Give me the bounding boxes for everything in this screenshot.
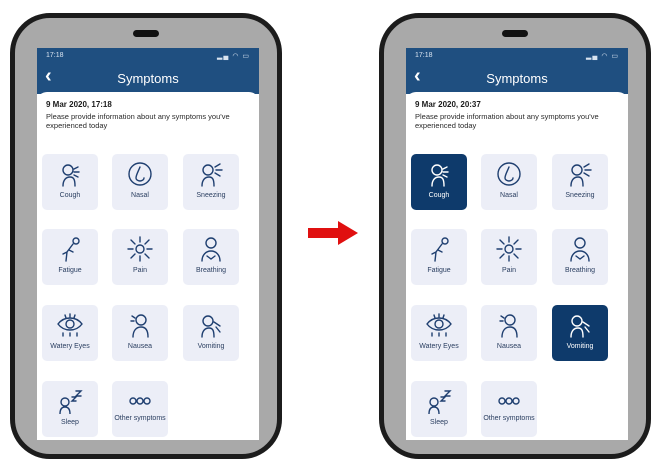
symptom-tile-pain[interactable]: Pain [112,229,168,285]
symptom-label: Fatigue [58,267,82,274]
vomiting-icon [570,315,590,338]
symptom-tile-cough[interactable]: Cough [42,154,98,210]
breathing-icon [570,237,590,262]
symptom-tile-vomiting[interactable]: Vomiting [183,305,239,361]
phone-speaker [502,30,528,37]
symptom-tile-vomiting[interactable]: Vomiting [552,305,608,361]
symptom-tile-sleep[interactable]: Sleep [42,381,98,437]
symptom-prompt: Please provide information about any sym… [46,112,230,130]
breathing-icon [201,237,221,262]
sleep-icon [59,390,83,414]
pain-icon [127,236,153,262]
nose-icon [128,162,152,186]
symptom-label: Watery Eyes [50,343,90,350]
screen-title: Symptoms [486,71,548,86]
fatigue-icon [431,237,449,262]
sleep-icon [428,390,452,414]
symptom-label: Breathing [565,267,595,274]
symptom-tile-breathing[interactable]: Breathing [183,229,239,285]
symptom-tile-nasal[interactable]: Nasal [481,154,537,210]
symptom-tile-nasal[interactable]: Nasal [112,154,168,210]
symptom-label: Cough [428,192,450,199]
signal-wifi-battery-icon: ▂▄ ◠ ▭ [217,53,250,60]
symptom-prompt: Please provide information about any sym… [415,112,599,130]
entry-date: 9 Mar 2020, 17:18 [46,100,112,109]
transition-arrow-icon [308,221,358,245]
nausea-icon [499,314,518,338]
phone-before: 17:18 ▂▄ ◠ ▭ ‹ Symptoms 9 Mar 2020, 17:1… [10,13,282,459]
entry-date: 9 Mar 2020, 20:37 [415,100,481,109]
symptom-label: Nausea [127,343,153,350]
status-time: 17:18 [415,52,433,59]
symptom-sheet: 9 Mar 2020, 20:37 Please provide informa… [406,92,628,440]
symptom-tile-watery-eyes[interactable]: Watery Eyes [42,305,98,361]
symptom-tile-fatigue[interactable]: Fatigue [42,229,98,285]
symptom-tile-sleep[interactable]: Sleep [411,381,467,437]
nausea-icon [130,314,149,338]
symptom-label: Vomiting [197,343,225,350]
eye-icon [426,313,452,337]
nose-icon [497,162,521,186]
symptom-tile-other-symptoms[interactable]: Other symptoms [481,381,537,437]
symptom-tile-breathing[interactable]: Breathing [552,229,608,285]
vomiting-icon [201,315,221,338]
symptom-label: Other symptoms [483,415,535,422]
phone-after: 17:18 ▂▄ ◠ ▭ ‹ Symptoms 9 Mar 2020, 20:3… [379,13,651,459]
symptom-tile-other-symptoms[interactable]: Other symptoms [112,381,168,437]
cough-icon [431,164,449,187]
symptom-label: Cough [59,192,81,199]
symptom-label: Sneezing [196,192,226,199]
symptom-label: Vomiting [566,343,594,350]
status-time: 17:18 [46,52,64,59]
sneezing-icon [201,163,223,187]
symptom-label: Pain [132,267,147,274]
screen-title: Symptoms [117,71,179,86]
phone-screen-after: 17:18 ▂▄ ◠ ▭ ‹ Symptoms 9 Mar 2020, 20:3… [406,48,628,440]
symptom-label: Pain [501,267,516,274]
symptom-tile-fatigue[interactable]: Fatigue [411,229,467,285]
symptom-label: Sneezing [565,192,595,199]
cough-icon [62,164,80,187]
symptom-tile-sneezing[interactable]: Sneezing [552,154,608,210]
symptom-label: Nasal [131,192,149,199]
symptom-tile-nausea[interactable]: Nausea [481,305,537,361]
symptom-tile-watery-eyes[interactable]: Watery Eyes [411,305,467,361]
sneezing-icon [570,163,592,187]
symptom-label: Watery Eyes [419,343,459,350]
more-icon [129,397,151,405]
comparison-stage: 17:18 ▂▄ ◠ ▭ ‹ Symptoms 9 Mar 2020, 17:1… [0,0,653,467]
symptom-tile-nausea[interactable]: Nausea [112,305,168,361]
symptom-tile-cough[interactable]: Cough [411,154,467,210]
symptom-sheet: 9 Mar 2020, 17:18 Please provide informa… [37,92,259,440]
more-icon [498,397,520,405]
symptom-label: Other symptoms [114,415,166,422]
phone-screen-before: 17:18 ▂▄ ◠ ▭ ‹ Symptoms 9 Mar 2020, 17:1… [37,48,259,440]
signal-wifi-battery-icon: ▂▄ ◠ ▭ [586,53,619,60]
pain-icon [496,236,522,262]
fatigue-icon [62,237,80,262]
eye-icon [57,313,83,337]
symptom-label: Fatigue [427,267,451,274]
app-header: 17:18 ▂▄ ◠ ▭ ‹ Symptoms [406,48,628,94]
symptom-label: Sleep [61,419,79,426]
symptom-label: Nausea [496,343,522,350]
symptom-label: Nasal [500,192,518,199]
symptom-tile-sneezing[interactable]: Sneezing [183,154,239,210]
symptom-label: Sleep [430,419,448,426]
symptom-tile-pain[interactable]: Pain [481,229,537,285]
phone-speaker [133,30,159,37]
symptom-label: Breathing [196,267,226,274]
app-header: 17:18 ▂▄ ◠ ▭ ‹ Symptoms [37,48,259,94]
